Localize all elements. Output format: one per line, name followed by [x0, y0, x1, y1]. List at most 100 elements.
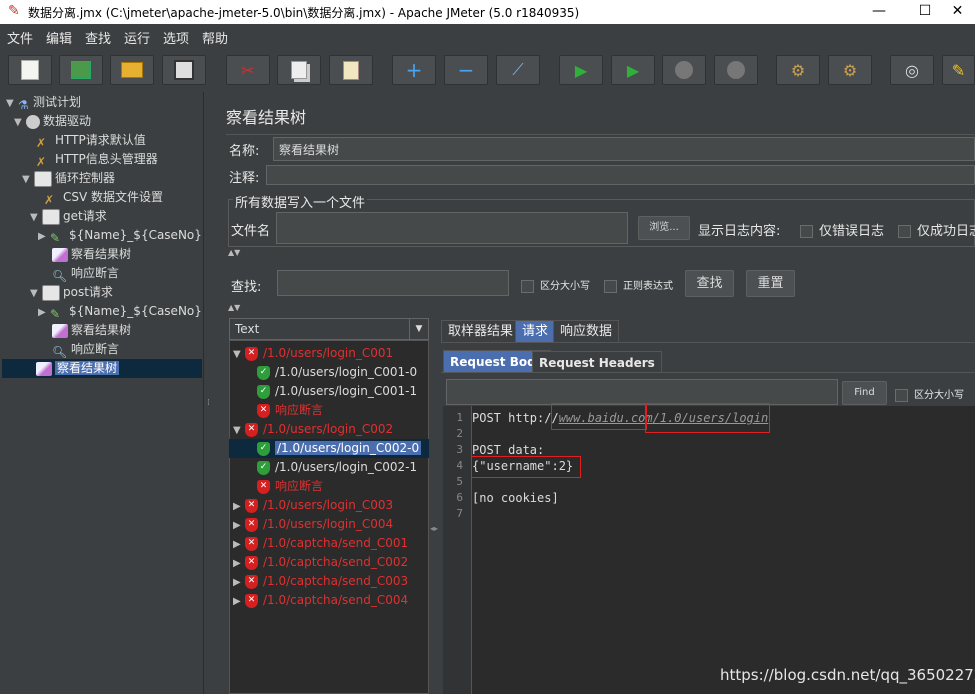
stop-icon[interactable]	[662, 55, 706, 85]
tree-item-csv-config[interactable]: ✗ CSV 数据文件设置	[44, 188, 163, 207]
tree-item-post-assertion[interactable]: 🔍︎ 响应断言	[52, 340, 119, 359]
search-icon[interactable]: ◎	[890, 55, 934, 85]
regex-option[interactable]: 正则表达式	[604, 277, 673, 293]
tree-item-results-tree-selected[interactable]: 察看结果树	[2, 359, 202, 378]
test-plan-tree-items: ▼ ⚗ 测试计划 ▼ 数据驱动 ✗ HTTP请求默认值 ✗ HTTP信息头管理器 ▼ 循环控…	[0, 92, 203, 392]
menu-file[interactable]: 文件	[7, 28, 33, 47]
result-item[interactable]: ▼ ✕/1.0/users/login_C001	[233, 344, 393, 363]
result-item[interactable]: ✕ 响应断言	[257, 401, 323, 420]
collapse-icon[interactable]: −	[444, 55, 488, 85]
splitter-2[interactable]: ◂▸	[429, 318, 439, 694]
paste-icon[interactable]	[329, 55, 373, 85]
error-shield-icon: ✕	[245, 593, 258, 608]
success-only-option[interactable]: 仅成功日志	[898, 220, 975, 239]
listener-icon	[36, 361, 52, 376]
open-icon[interactable]	[110, 55, 154, 85]
menu-help[interactable]: 帮助	[202, 28, 228, 47]
splitter[interactable]: ⁞	[204, 92, 214, 694]
name-field[interactable]: 察看结果树	[273, 137, 975, 161]
tab-sampler-result[interactable]: 取样器结果	[441, 320, 521, 342]
filename-field[interactable]	[276, 212, 628, 244]
line-number: 7	[456, 507, 463, 520]
minimize-button[interactable]: —	[856, 0, 902, 24]
save-icon[interactable]	[162, 55, 206, 85]
line-number: 6	[456, 491, 463, 504]
error-shield-icon: ✕	[257, 403, 270, 418]
result-item-selected[interactable]: ✓/1.0/users/login_C002-0	[229, 439, 429, 458]
result-item[interactable]: ▶ ✕/1.0/captcha/send_C004	[233, 591, 408, 610]
reset-button[interactable]: 重置	[746, 270, 795, 297]
window-title: 数据分离.jmx (C:\jmeter\apache-jmeter-5.0\bi…	[28, 6, 580, 20]
chevron-down-icon[interactable]: ▼	[409, 319, 428, 339]
case-sensitive-checkbox[interactable]	[521, 279, 534, 293]
errors-only-checkbox[interactable]	[800, 225, 813, 238]
menu-search[interactable]: 查找	[85, 28, 111, 47]
tree-item-post-results-tree[interactable]: 察看结果树	[52, 321, 131, 340]
result-item[interactable]: ▶ ✕/1.0/users/login_C003	[233, 496, 393, 515]
tree-item-thread-group[interactable]: ▼ 数据驱动	[14, 112, 91, 131]
tree-item-get-results-tree[interactable]: 察看结果树	[52, 245, 131, 264]
toggle-icon[interactable]: ⟋	[496, 55, 540, 85]
menu-edit[interactable]: 编辑	[46, 28, 72, 47]
start-icon[interactable]: ▶	[559, 55, 603, 85]
errors-only-option[interactable]: 仅错误日志	[800, 220, 884, 239]
tree-item-get-assertion[interactable]: 🔍︎ 响应断言	[52, 264, 119, 283]
find-button[interactable]: 查找	[685, 270, 734, 297]
sampler-icon: ✎	[50, 306, 61, 321]
result-item[interactable]: ✕ 响应断言	[257, 477, 323, 496]
result-item[interactable]: ✓/1.0/users/login_C001-1	[257, 382, 417, 401]
tree-item-post-request[interactable]: ▼ post请求	[30, 283, 113, 302]
result-item[interactable]: ▼ ✕/1.0/users/login_C002	[233, 420, 393, 439]
new-icon[interactable]	[8, 55, 52, 85]
tree-item-http-defaults[interactable]: ✗ HTTP请求默认值	[36, 131, 146, 150]
detail-search-input[interactable]	[446, 379, 838, 405]
close-button[interactable]: ✕	[940, 0, 975, 24]
comment-field[interactable]	[266, 165, 975, 185]
regex-checkbox[interactable]	[604, 279, 617, 293]
tab-request[interactable]: 请求	[515, 320, 556, 342]
browse-button[interactable]: 浏览...	[638, 216, 690, 240]
templates-icon[interactable]	[59, 55, 103, 85]
search-input[interactable]	[277, 270, 509, 296]
copy-icon[interactable]	[277, 55, 321, 85]
detail-case-sensitive-checkbox[interactable]	[895, 388, 908, 402]
result-item[interactable]: ▶ ✕/1.0/captcha/send_C002	[233, 553, 408, 572]
cut-icon[interactable]: ✂	[226, 55, 270, 85]
controller-icon	[42, 208, 60, 225]
success-only-checkbox[interactable]	[898, 225, 911, 238]
tree-item-post-sampler[interactable]: ▶ ✎ ${Name}_${CaseNo}	[38, 302, 202, 321]
result-item[interactable]: ▶ ✕/1.0/users/login_C004	[233, 515, 393, 534]
collapse-arrows-2[interactable]: ▲▼	[228, 303, 240, 312]
collapse-arrows[interactable]: ▲▼	[228, 248, 240, 257]
reset-search-icon[interactable]: ✎	[942, 55, 975, 85]
tree-item-loop-controller[interactable]: ▼ 循环控制器	[22, 169, 115, 188]
result-item[interactable]: ✓/1.0/users/login_C001-0	[257, 363, 417, 382]
request-body-text[interactable]: 1 2 3 4 5 6 7 POST http://www.baidu.com/…	[443, 406, 975, 694]
detail-find-button[interactable]: Find	[842, 381, 887, 405]
detail-case-sensitive-option[interactable]: 区分大小写	[895, 386, 964, 402]
case-sensitive-option[interactable]: 区分大小写	[521, 277, 590, 293]
result-item[interactable]: ▶ ✕/1.0/captcha/send_C003	[233, 572, 408, 591]
menu-options[interactable]: 选项	[163, 28, 189, 47]
start-no-pause-icon[interactable]: ▶	[611, 55, 655, 85]
success-shield-icon: ✓	[257, 460, 270, 475]
tab-request-headers[interactable]: Request Headers	[532, 351, 662, 373]
tree-item-test-plan[interactable]: ▼ ⚗ 测试计划	[6, 93, 81, 112]
expand-icon[interactable]: +	[392, 55, 436, 85]
clear-icon[interactable]: ⚙	[776, 55, 820, 85]
panel-title: 察看结果树	[226, 108, 307, 127]
sampler-icon: ✎	[50, 230, 61, 245]
clear-all-icon[interactable]: ⚙	[828, 55, 872, 85]
config-icon: ✗	[36, 154, 47, 169]
result-item[interactable]: ✓/1.0/users/login_C002-1	[257, 458, 417, 477]
result-item[interactable]: ▶ ✕/1.0/captcha/send_C001	[233, 534, 408, 553]
renderer-select[interactable]: Text ▼	[229, 318, 429, 340]
highlight-box-host	[551, 403, 647, 430]
tab-response-data[interactable]: 响应数据	[553, 320, 620, 342]
shutdown-icon[interactable]	[714, 55, 758, 85]
tree-item-get-sampler[interactable]: ▶ ✎ ${Name}_${CaseNo}	[38, 226, 202, 245]
menu-run[interactable]: 运行	[124, 28, 150, 47]
tree-item-header-manager[interactable]: ✗ HTTP信息头管理器	[36, 150, 158, 169]
tree-item-get-request[interactable]: ▼ get请求	[30, 207, 107, 226]
tab-divider	[441, 342, 975, 343]
